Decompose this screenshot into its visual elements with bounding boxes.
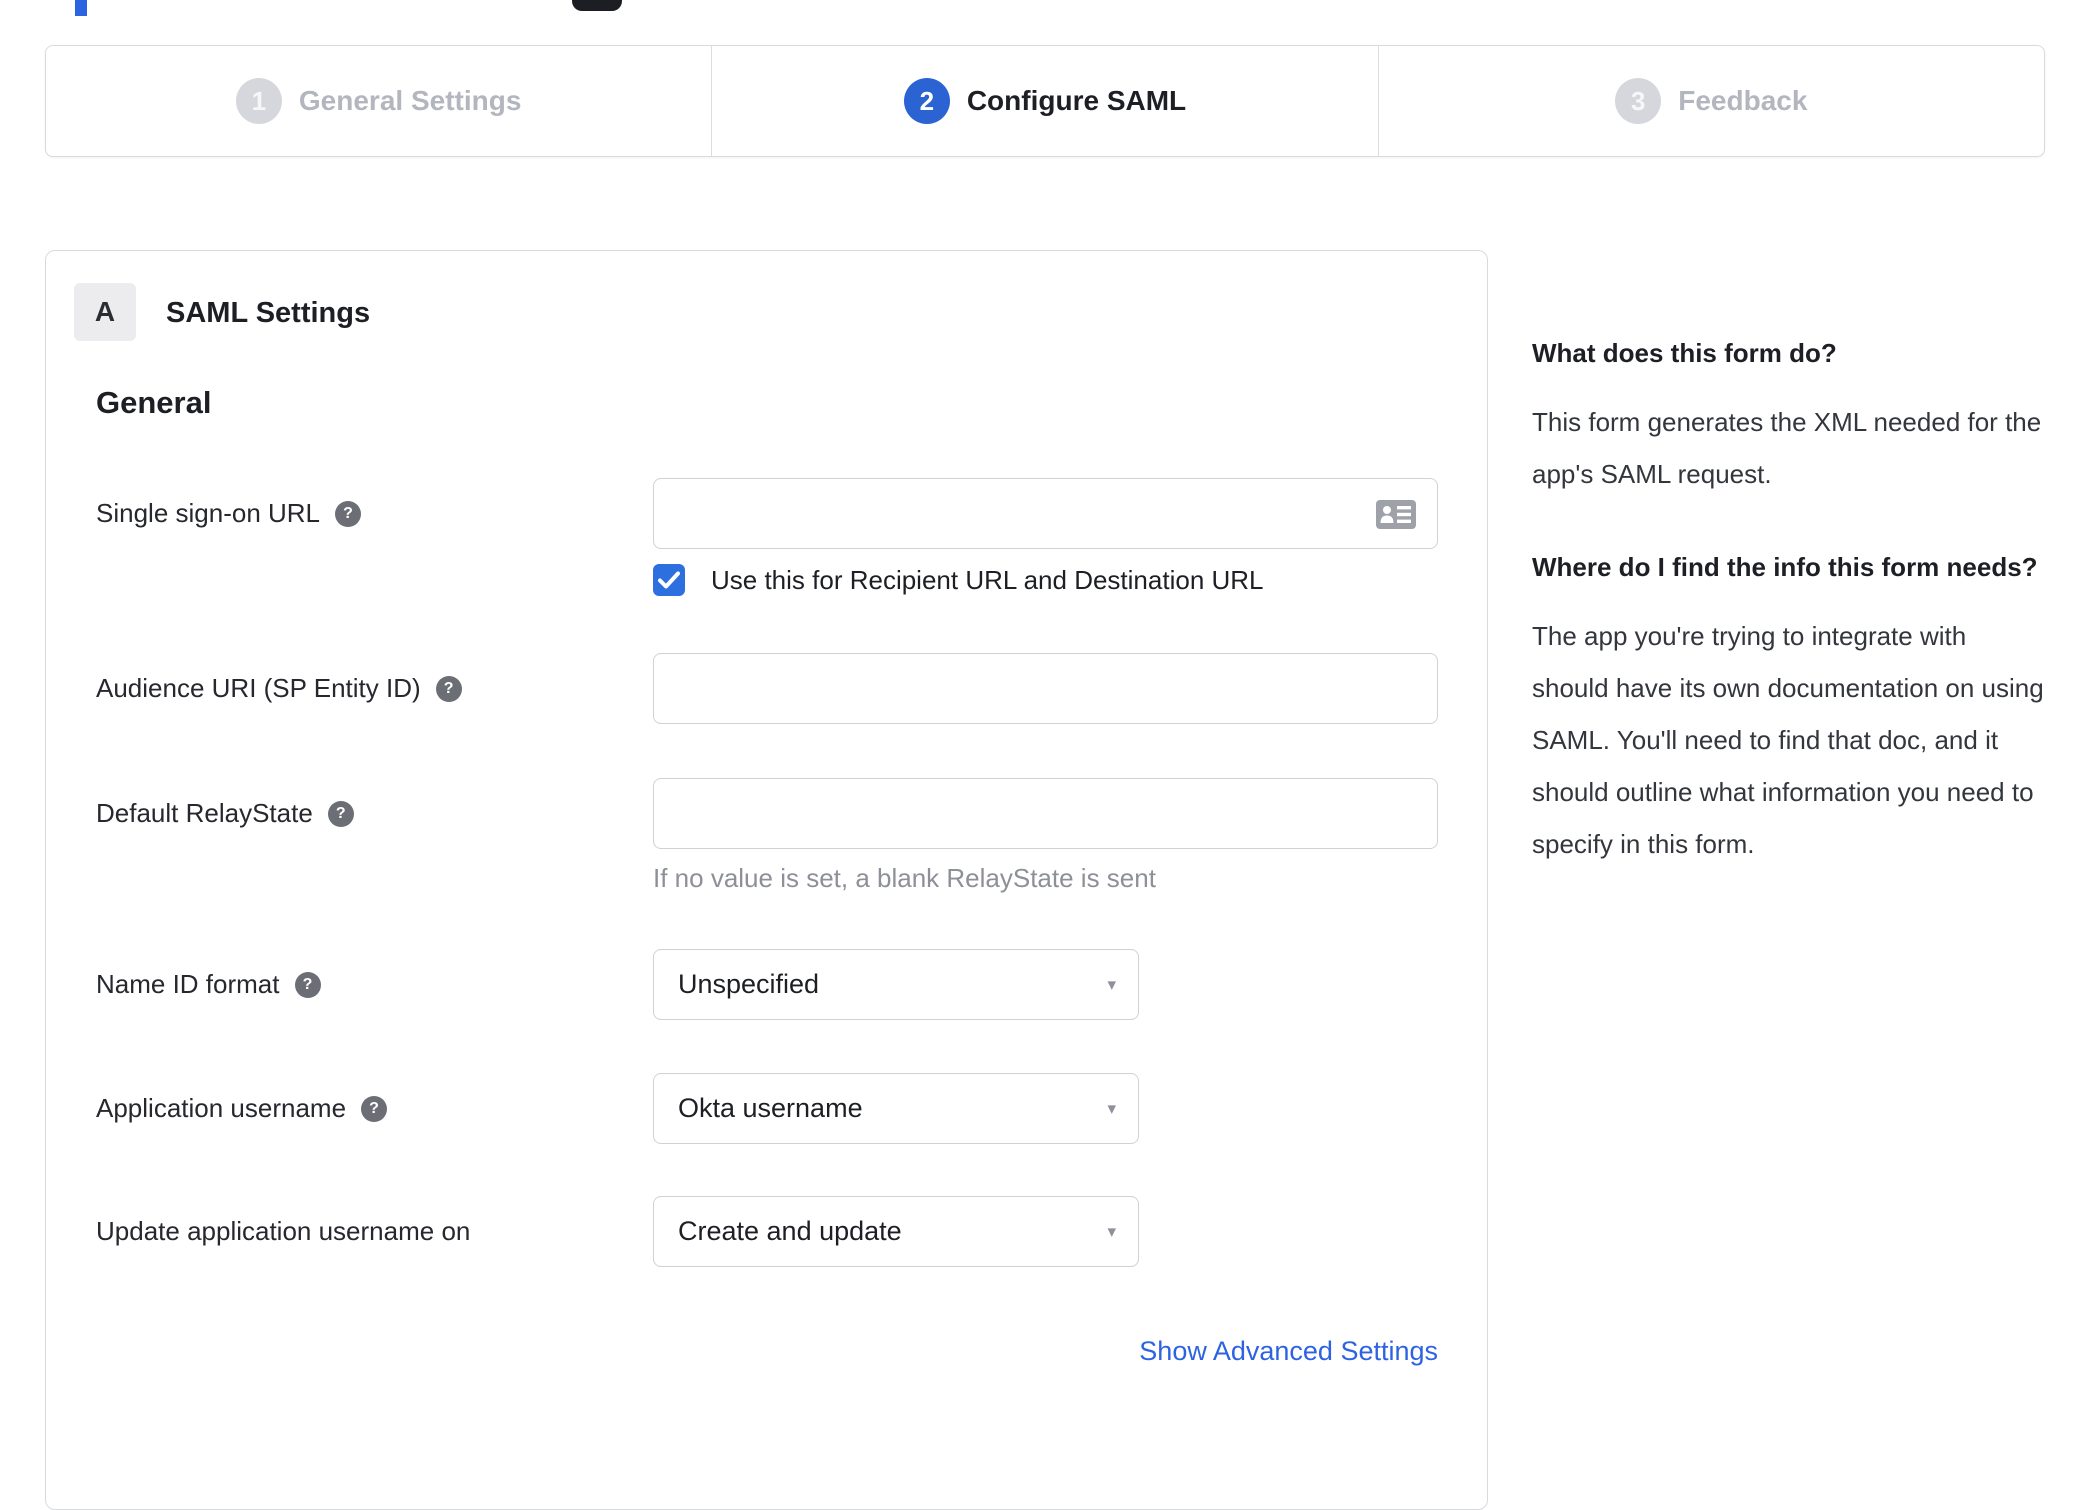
application-username-select[interactable]: Okta username ▾: [653, 1073, 1139, 1144]
help-icon[interactable]: ?: [335, 500, 362, 527]
show-advanced-settings-link[interactable]: Show Advanced Settings: [653, 1336, 1438, 1367]
chevron-down-icon: ▾: [1107, 1098, 1116, 1118]
help-icon[interactable]: ?: [327, 800, 354, 827]
help-icon[interactable]: ?: [294, 971, 321, 998]
update-username-select[interactable]: Create and update ▾: [653, 1196, 1139, 1267]
application-username-label-group: Application username ?: [96, 1093, 388, 1124]
sidebar-heading-what: What does this form do?: [1532, 338, 1837, 368]
sso-url-row: Single sign-on URL ? Use this for Recipi…: [96, 478, 1439, 596]
use-for-recipient-checkbox[interactable]: [653, 564, 685, 596]
section-title: SAML Settings: [166, 297, 371, 329]
relay-state-row: Default RelayState ? If no value is set,…: [96, 778, 1439, 893]
audience-uri-label-group: Audience URI (SP Entity ID) ?: [96, 673, 462, 704]
step-configure-saml[interactable]: 2 Configure SAML: [711, 46, 1377, 156]
sidebar-body-where: The app you're trying to integrate with …: [1532, 621, 2044, 859]
checkmark-icon: [658, 571, 680, 589]
contact-card-icon[interactable]: [1376, 500, 1416, 529]
saml-settings-panel: A SAML Settings General Single sign-on U…: [45, 250, 1488, 1510]
update-username-value: Create and update: [678, 1216, 902, 1246]
update-username-label-group: Update application username on: [96, 1216, 470, 1247]
step-label: General Settings: [298, 85, 522, 116]
cutoff-blue-accent: [75, 0, 87, 16]
step-number-badge: 3: [1615, 78, 1662, 124]
step-label: Configure SAML: [966, 85, 1187, 116]
audience-uri-label: Audience URI (SP Entity ID): [96, 673, 421, 703]
help-icon[interactable]: ?: [361, 1095, 388, 1122]
application-username-label: Application username: [96, 1093, 347, 1123]
wizard-stepper: 1 General Settings 2 Configure SAML 3 Fe…: [45, 45, 2045, 157]
sso-url-input[interactable]: [653, 478, 1438, 549]
general-heading: General: [96, 385, 212, 420]
relay-state-label: Default RelayState: [96, 798, 313, 828]
name-id-format-label-group: Name ID format ?: [96, 969, 321, 1000]
step-number-badge: 2: [903, 78, 950, 124]
cutoff-dark-icon: [572, 0, 622, 11]
update-username-label: Update application username on: [96, 1216, 471, 1246]
use-for-recipient-label: Use this for Recipient URL and Destinati…: [711, 564, 1264, 595]
sidebar-body-what: This form generates the XML needed for t…: [1532, 407, 2042, 489]
chevron-down-icon: ▾: [1107, 974, 1116, 994]
section-a-badge: A: [74, 283, 136, 341]
step-feedback[interactable]: 3 Feedback: [1377, 46, 2044, 156]
help-icon[interactable]: ?: [435, 675, 462, 702]
audience-uri-input[interactable]: [653, 653, 1438, 724]
application-username-row: Application username ? Okta username ▾: [96, 1073, 1439, 1144]
relay-state-hint: If no value is set, a blank RelayState i…: [653, 863, 1156, 893]
update-username-row: Update application username on Create an…: [96, 1196, 1439, 1267]
name-id-format-value: Unspecified: [678, 969, 820, 999]
sso-url-label: Single sign-on URL: [96, 498, 321, 528]
name-id-format-label: Name ID format: [96, 969, 280, 999]
name-id-format-row: Name ID format ? Unspecified ▾: [96, 949, 1439, 1020]
name-id-format-select[interactable]: Unspecified ▾: [653, 949, 1139, 1020]
sidebar-heading-where: Where do I find the info this form needs…: [1532, 552, 2038, 582]
chevron-down-icon: ▾: [1107, 1221, 1116, 1241]
relay-state-input[interactable]: [653, 778, 1438, 849]
application-username-value: Okta username: [678, 1093, 863, 1123]
step-general-settings[interactable]: 1 General Settings: [46, 46, 711, 156]
sso-url-label-group: Single sign-on URL ?: [96, 498, 362, 529]
step-label: Feedback: [1678, 85, 1808, 116]
relay-state-label-group: Default RelayState ?: [96, 798, 354, 829]
audience-uri-row: Audience URI (SP Entity ID) ?: [96, 653, 1439, 724]
step-number-badge: 1: [235, 78, 282, 124]
help-sidebar: What does this form do? This form genera…: [1532, 330, 2048, 914]
